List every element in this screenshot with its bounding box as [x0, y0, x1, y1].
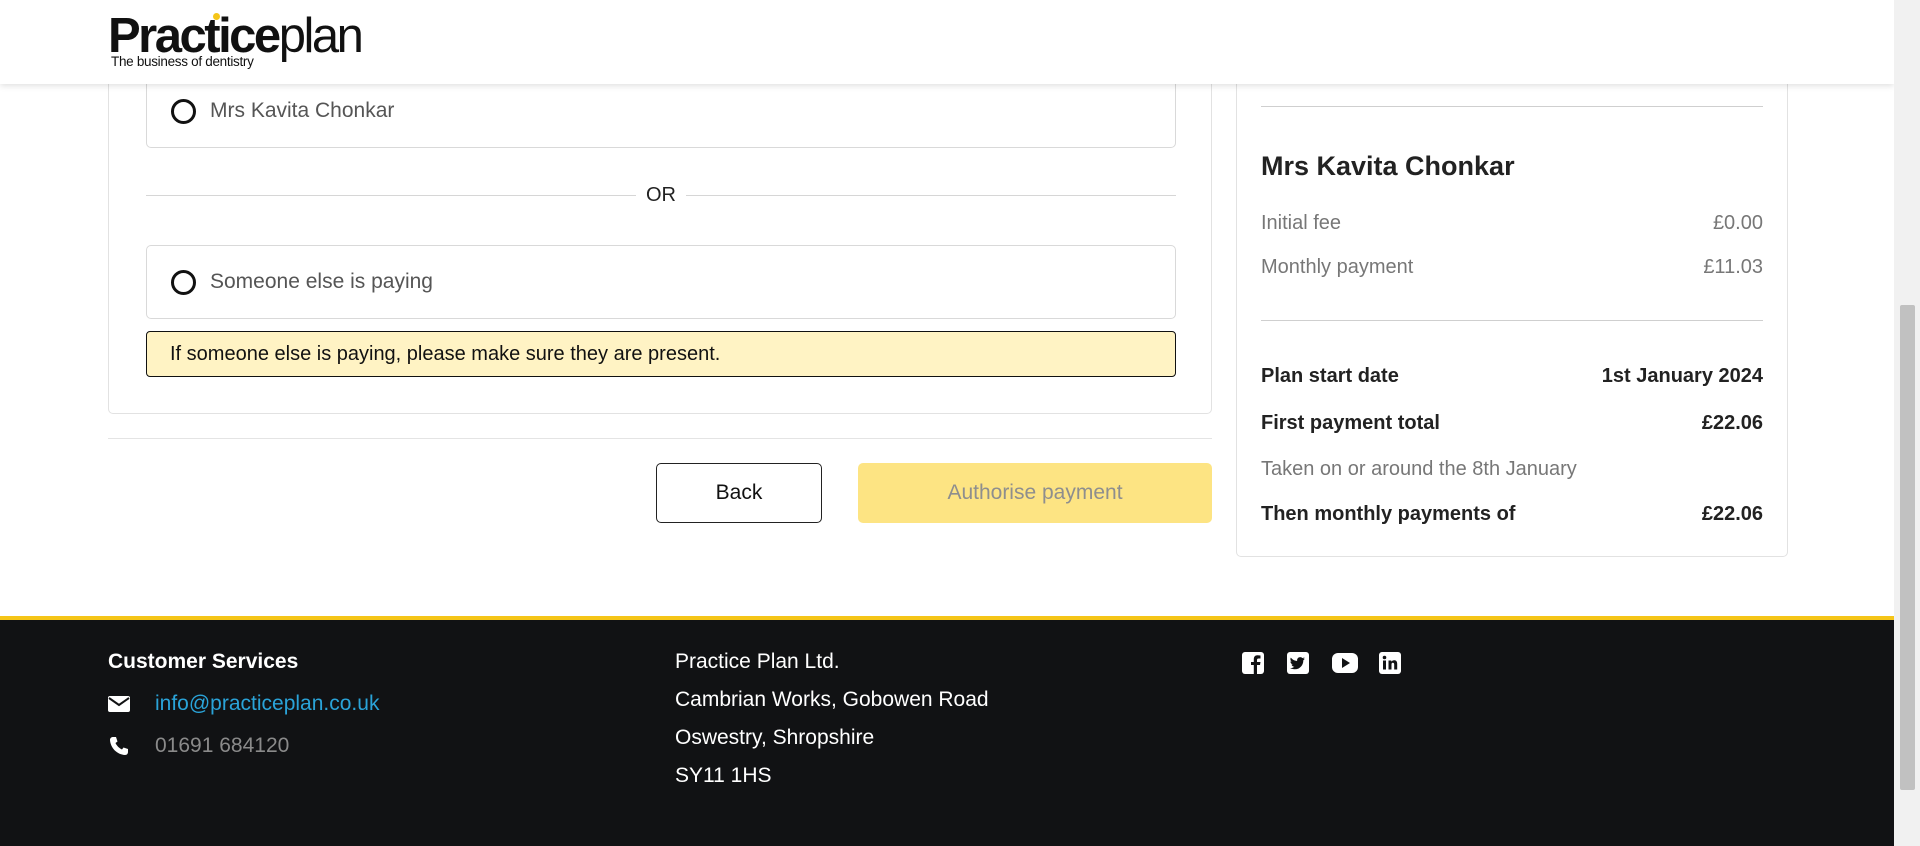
site-header: Practiceplan The business of dentistry [0, 0, 1894, 84]
radio-button[interactable] [171, 269, 196, 295]
separator-line [686, 195, 1176, 196]
logo-tagline: The business of dentistry [111, 54, 254, 69]
payer-option-label: Mrs Kavita Chonkar [210, 99, 395, 122]
scrollbar-thumb[interactable] [1900, 305, 1915, 790]
initial-fee-value: £0.00 [1712, 212, 1763, 234]
footer-phone: 01691 684120 [108, 734, 289, 758]
then-monthly-label: Then monthly payments of [1261, 503, 1516, 525]
monthly-payment-value: £11.03 [1703, 256, 1763, 278]
payment-taken-text: Taken on or around the 8th January [1261, 458, 1577, 480]
or-separator: OR [146, 184, 1176, 206]
actions-divider [108, 438, 1212, 439]
twitter-icon[interactable] [1287, 652, 1309, 674]
plan-start-date-row: Plan start date 1st January 2024 [1261, 365, 1763, 388]
payer-option-label: Someone else is paying [210, 270, 433, 293]
payer-notice: If someone else is paying, please make s… [146, 331, 1176, 377]
footer-email: info@practiceplan.co.uk [108, 692, 379, 716]
envelope-icon [108, 696, 130, 712]
radio-button[interactable] [171, 98, 196, 124]
plan-start-date-label: Plan start date [1261, 365, 1399, 387]
payment-taken-note: Taken on or around the 8th January [1261, 458, 1763, 481]
back-button[interactable]: Back [656, 463, 822, 523]
monthly-payment-label: Monthly payment [1261, 256, 1414, 278]
summary-divider [1261, 106, 1763, 107]
payer-option-self[interactable]: Mrs Kavita Chonkar [146, 74, 1176, 148]
summary-divider [1261, 320, 1763, 321]
first-payment-total-label: First payment total [1261, 412, 1440, 434]
company-name: Practice Plan Ltd. [675, 650, 840, 673]
address-postcode: SY11 1HS [675, 764, 772, 787]
payment-summary-card: Mrs Kavita Chonkar Initial fee £0.00 Mon… [1236, 40, 1788, 557]
first-payment-total-row: First payment total £22.06 [1261, 412, 1763, 435]
logo-dot [213, 13, 220, 20]
plan-start-date-value: 1st January 2024 [1601, 365, 1763, 387]
phone-icon [110, 737, 128, 755]
customer-services-title: Customer Services [108, 650, 299, 673]
site-footer: Customer Services info@practiceplan.co.u… [0, 616, 1894, 846]
authorise-payment-button[interactable]: Authorise payment [858, 463, 1212, 523]
practiceplan-logo[interactable]: Practiceplan The business of dentistry [108, 10, 364, 69]
first-payment-total-value: £22.06 [1701, 412, 1763, 434]
linkedin-icon[interactable] [1379, 652, 1401, 674]
facebook-icon[interactable] [1242, 652, 1264, 674]
then-monthly-value: £22.06 [1701, 503, 1763, 525]
page-scrollbar[interactable] [1894, 0, 1920, 846]
email-link[interactable]: info@practiceplan.co.uk [155, 692, 379, 716]
youtube-icon[interactable] [1332, 653, 1358, 673]
monthly-payment-row: Monthly payment £11.03 [1261, 256, 1763, 279]
summary-customer-name: Mrs Kavita Chonkar [1261, 151, 1515, 181]
phone-number[interactable]: 01691 684120 [155, 734, 289, 758]
initial-fee-row: Initial fee £0.00 [1261, 212, 1763, 235]
address-line-1: Cambrian Works, Gobowen Road [675, 688, 989, 711]
payer-option-someone-else[interactable]: Someone else is paying [146, 245, 1176, 319]
initial-fee-label: Initial fee [1261, 212, 1342, 234]
payer-selection-card: Mrs Kavita Chonkar OR Someone else is pa… [108, 40, 1212, 414]
address-line-2: Oswestry, Shropshire [675, 726, 875, 749]
then-monthly-row: Then monthly payments of £22.06 [1261, 503, 1763, 526]
